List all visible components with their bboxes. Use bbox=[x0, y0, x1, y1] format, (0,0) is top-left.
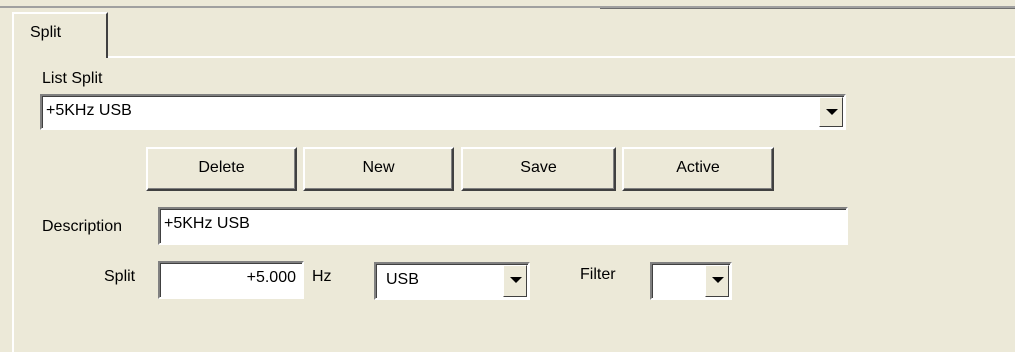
split-input[interactable]: +5.000 bbox=[158, 261, 304, 299]
split-label: Split bbox=[104, 268, 136, 285]
delete-button[interactable]: Delete bbox=[146, 147, 297, 191]
split-unit: Hz bbox=[312, 268, 332, 285]
save-button[interactable]: Save bbox=[461, 147, 616, 191]
description-input[interactable]: +5KHz USB bbox=[158, 207, 848, 245]
list-split-label: List Split bbox=[42, 70, 103, 87]
chevron-down-icon[interactable] bbox=[705, 265, 729, 297]
tab-split[interactable]: Split bbox=[12, 12, 108, 58]
list-split-value: +5KHz USB bbox=[46, 102, 132, 119]
top-border-dark bbox=[600, 8, 1015, 9]
filter-label: Filter bbox=[580, 266, 616, 283]
description-value: +5KHz USB bbox=[164, 215, 250, 232]
description-label: Description bbox=[42, 218, 123, 235]
filter-dropdown[interactable] bbox=[650, 262, 732, 300]
chevron-down-icon[interactable] bbox=[503, 265, 527, 297]
tab-split-label: Split bbox=[30, 24, 62, 41]
mode-value: USB bbox=[386, 271, 419, 288]
split-value: +5.000 bbox=[246, 269, 296, 286]
list-split-dropdown[interactable]: +5KHz USB bbox=[40, 94, 846, 130]
new-button[interactable]: New bbox=[303, 147, 454, 191]
active-button[interactable]: Active bbox=[622, 147, 774, 191]
chevron-down-icon[interactable] bbox=[819, 97, 843, 127]
mode-dropdown[interactable]: USB bbox=[374, 262, 530, 300]
